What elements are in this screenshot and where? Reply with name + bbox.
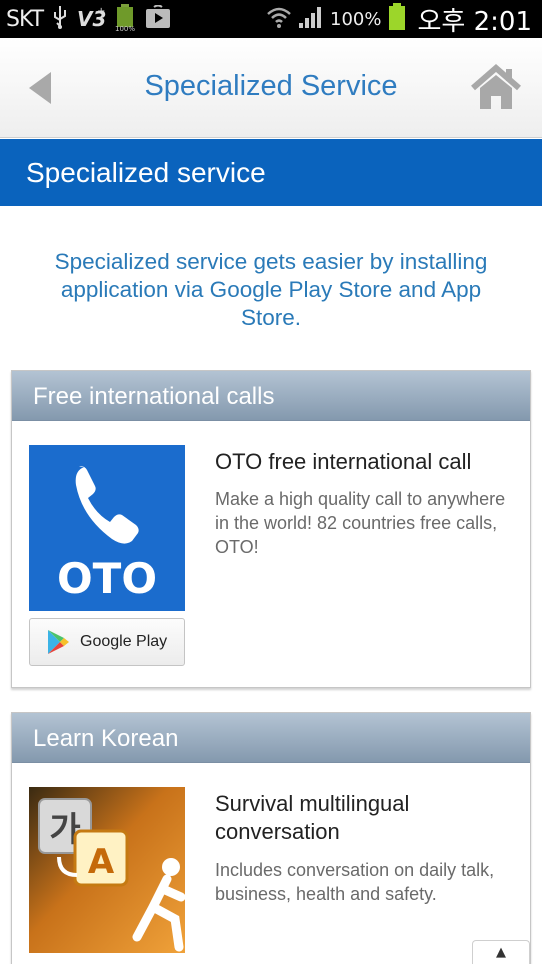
google-play-label: Google Play (80, 633, 168, 650)
battery-small-icon: 100% (115, 3, 137, 35)
scroll-to-top-button[interactable]: ▲ (472, 940, 530, 964)
status-left: SKT V3 + 100% (6, 0, 171, 38)
app-title[interactable]: Survival multilingual conversation (215, 790, 515, 846)
usb-icon (51, 4, 69, 34)
svg-text:+: + (97, 6, 105, 17)
a-glyph: A (88, 842, 115, 882)
section-title: Specialized service (26, 157, 266, 188)
multilingual-app-icon[interactable]: 가 A (29, 787, 186, 953)
card-header: Learn Korean (12, 713, 530, 763)
wifi-icon (266, 5, 292, 33)
oto-logo-text: OTO (57, 554, 157, 603)
home-button[interactable] (470, 64, 522, 112)
play-store-icon (145, 4, 171, 33)
signal-icon (298, 5, 324, 33)
v3-icon: V3 + (77, 4, 107, 34)
card-category: Free international calls (33, 383, 275, 410)
carrier-label: SKT (6, 6, 44, 32)
clock: 오후 2:01 (417, 6, 533, 37)
app-description: Includes conversation on daily talk, bus… (215, 860, 495, 904)
oto-app-icon[interactable]: OTO (29, 445, 185, 611)
card-free-calls: Free international calls OTO OTO free in… (11, 370, 531, 688)
app-header: Specialized Service (0, 38, 542, 138)
battery-icon (388, 3, 406, 35)
app-description: Make a high quality call to anywhere in … (215, 489, 506, 557)
app-title[interactable]: OTO free international call (215, 448, 515, 476)
card-header: Free international calls (12, 371, 530, 421)
section-banner: Specialized service (0, 139, 542, 206)
svg-text:100%: 100% (115, 25, 135, 31)
page-title: Specialized Service (144, 70, 398, 102)
home-icon (471, 64, 521, 109)
google-play-button[interactable]: Google Play (29, 618, 185, 666)
intro-text: Specialized service gets easier by insta… (54, 249, 488, 330)
status-bar: SKT V3 + 100% 100% 오후 2:01 (0, 0, 542, 38)
card-learn-korean: Learn Korean 가 A Survival multilingual c… (11, 712, 531, 964)
card-category: Learn Korean (33, 725, 179, 752)
google-play-icon (48, 630, 69, 654)
battery-percent: 100% (330, 8, 382, 30)
status-right: 100% 오후 2:01 (266, 0, 532, 38)
